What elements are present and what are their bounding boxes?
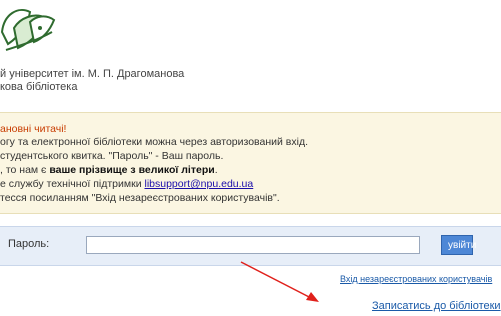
notice-panel: ановні читачі! огу та електронної бібліо… (0, 112, 501, 214)
notice-line-3: , то нам є ваше прізвище з великої літер… (0, 164, 218, 176)
library-name: кова бібліотека (0, 81, 78, 93)
notice-line-4: е службу технічної підтримки libsupport@… (0, 178, 253, 190)
support-email-link[interactable]: libsupport@npu.edu.ua (144, 178, 253, 190)
login-button[interactable]: увійти (441, 235, 476, 255)
notice-line-1: огу та електронної бібліотеки можна чере… (0, 136, 308, 148)
notice-line-3-bold: ваше прізвище з великої літери (49, 164, 215, 176)
notice-line-3-suffix: . (214, 164, 218, 176)
notice-line-3-prefix: , то нам є (0, 164, 50, 176)
login-bar: Пароль: увійти (0, 226, 501, 266)
guest-login-link[interactable]: Вхід незареєстрованих користувачів (340, 274, 492, 284)
notice-line-4-prefix: е службу технічної підтримки (0, 178, 145, 190)
password-label: Пароль: (8, 238, 50, 250)
library-logo-icon (0, 9, 56, 51)
notice-line-5: тесся посиланням "Вхід незареєстрованих … (0, 192, 280, 204)
university-name: й університет ім. М. П. Драгоманова (0, 68, 185, 80)
notice-greeting: ановні читачі! (0, 123, 67, 135)
signup-link[interactable]: Записатись до бібліотеки (372, 300, 501, 312)
password-input[interactable] (86, 236, 420, 254)
notice-line-2: студентського квитка. "Пароль" - Ваш пар… (0, 150, 224, 162)
